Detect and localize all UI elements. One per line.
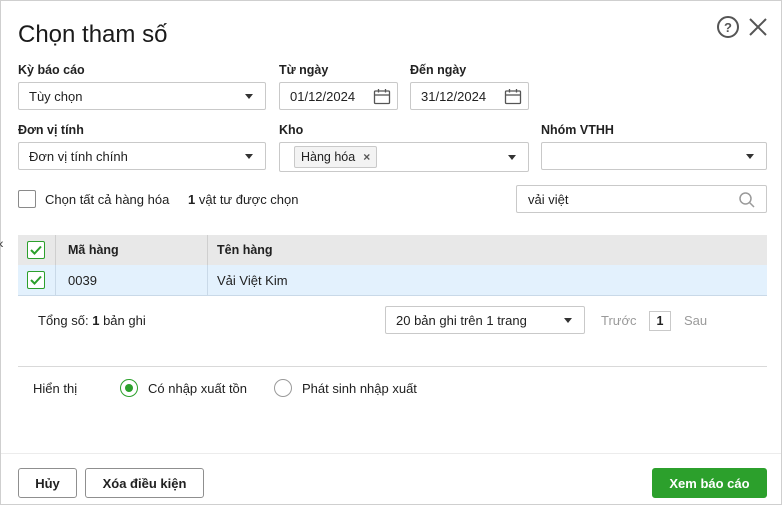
total-label: Tổng số: (38, 313, 89, 328)
total-suffix: bản ghi (103, 313, 146, 328)
chevron-down-icon (746, 154, 754, 159)
calendar-icon[interactable] (373, 88, 391, 105)
select-all-checkbox[interactable] (18, 190, 36, 208)
remove-tag-icon[interactable]: × (363, 150, 370, 164)
to-date-input[interactable]: 31/12/2024 (410, 82, 529, 110)
report-period-value: Tùy chọn (29, 88, 83, 104)
selected-count-suffix: vật tư được chọn (198, 192, 299, 207)
collapse-arrow-icon[interactable]: ‹ (0, 235, 7, 255)
report-period-label: Kỳ báo cáo (18, 63, 85, 77)
search-value: vải việt (528, 191, 569, 207)
row-checkbox-cell (27, 265, 45, 295)
dialog-footer: Hủy Xóa điều kiện Xem báo cáo (1, 453, 781, 504)
row-code: 0039 (68, 272, 97, 288)
selected-count: 1 (188, 192, 196, 207)
row-name: Vải Việt Kim (217, 272, 288, 288)
radio-inventory-movement-label: Có nhập xuất tồn (148, 381, 248, 396)
help-icon[interactable]: ? (717, 16, 739, 38)
to-date-value: 31/12/2024 (421, 88, 487, 104)
parameter-dialog: Chọn tham số ? ‹ Kỳ báo cáo Tùy chọn Từ … (0, 0, 782, 505)
from-date-value: 01/12/2024 (290, 88, 356, 104)
total-records: Tổng số: 1 bản ghi (38, 313, 146, 328)
page-size-select[interactable]: 20 bản ghi trên 1 trang (385, 306, 585, 334)
total-count: 1 (92, 313, 100, 328)
warehouse-multiselect[interactable]: Hàng hóa × (279, 142, 529, 172)
clear-conditions-button[interactable]: Xóa điều kiện (85, 468, 204, 498)
header-checkbox[interactable] (27, 241, 45, 259)
from-date-input[interactable]: 01/12/2024 (279, 82, 398, 110)
to-date-label: Đến ngày (410, 63, 467, 77)
close-icon[interactable] (746, 15, 770, 39)
unit-value: Đơn vị tính chính (29, 148, 128, 164)
prev-page-button[interactable]: Trước (601, 313, 637, 328)
chevron-down-icon (245, 94, 253, 99)
items-grid: Mã hàng Tên hàng 0039 Vải Việt Kim (18, 235, 767, 296)
column-header-name[interactable]: Tên hàng (217, 235, 273, 265)
dialog-title: Chọn tham số (18, 21, 168, 48)
current-page[interactable]: 1 (649, 311, 671, 331)
radio-inventory-movement[interactable] (120, 379, 138, 397)
select-all-label: Chọn tất cả hàng hóa (45, 192, 170, 207)
check-icon (30, 275, 42, 285)
row-checkbox[interactable] (27, 271, 45, 289)
calendar-icon[interactable] (504, 88, 522, 105)
search-icon[interactable] (738, 191, 756, 209)
warehouse-tag: Hàng hóa × (294, 146, 378, 168)
header-checkbox-cell (27, 235, 45, 265)
next-page-button[interactable]: Sau (684, 313, 707, 328)
chevron-down-icon (508, 155, 516, 160)
page-size-value: 20 bản ghi trên 1 trang (396, 312, 527, 328)
view-report-button[interactable]: Xem báo cáo (652, 468, 767, 498)
cancel-button[interactable]: Hủy (18, 468, 77, 498)
check-icon (30, 245, 42, 255)
radio-transactions[interactable] (274, 379, 292, 397)
warehouse-label: Kho (279, 123, 304, 137)
item-group-label: Nhóm VTHH (541, 123, 614, 137)
chevron-down-icon (564, 318, 572, 323)
grid-header: Mã hàng Tên hàng (18, 235, 767, 265)
radio-transactions-label: Phát sinh nhập xuất (302, 381, 417, 396)
from-date-label: Từ ngày (279, 63, 329, 77)
display-label: Hiển thị (33, 381, 78, 396)
search-input[interactable]: vải việt (516, 185, 767, 213)
unit-label: Đơn vị tính (18, 123, 84, 137)
selected-count-text: 1 vật tư được chọn (188, 192, 299, 207)
divider (18, 366, 767, 367)
column-header-code[interactable]: Mã hàng (68, 235, 119, 265)
unit-select[interactable]: Đơn vị tính chính (18, 142, 266, 170)
warehouse-tag-label: Hàng hóa (301, 150, 356, 164)
item-group-select[interactable] (541, 142, 767, 170)
chevron-down-icon (245, 154, 253, 159)
report-period-select[interactable]: Tùy chọn (18, 82, 266, 110)
table-row[interactable]: 0039 Vải Việt Kim (18, 265, 767, 296)
